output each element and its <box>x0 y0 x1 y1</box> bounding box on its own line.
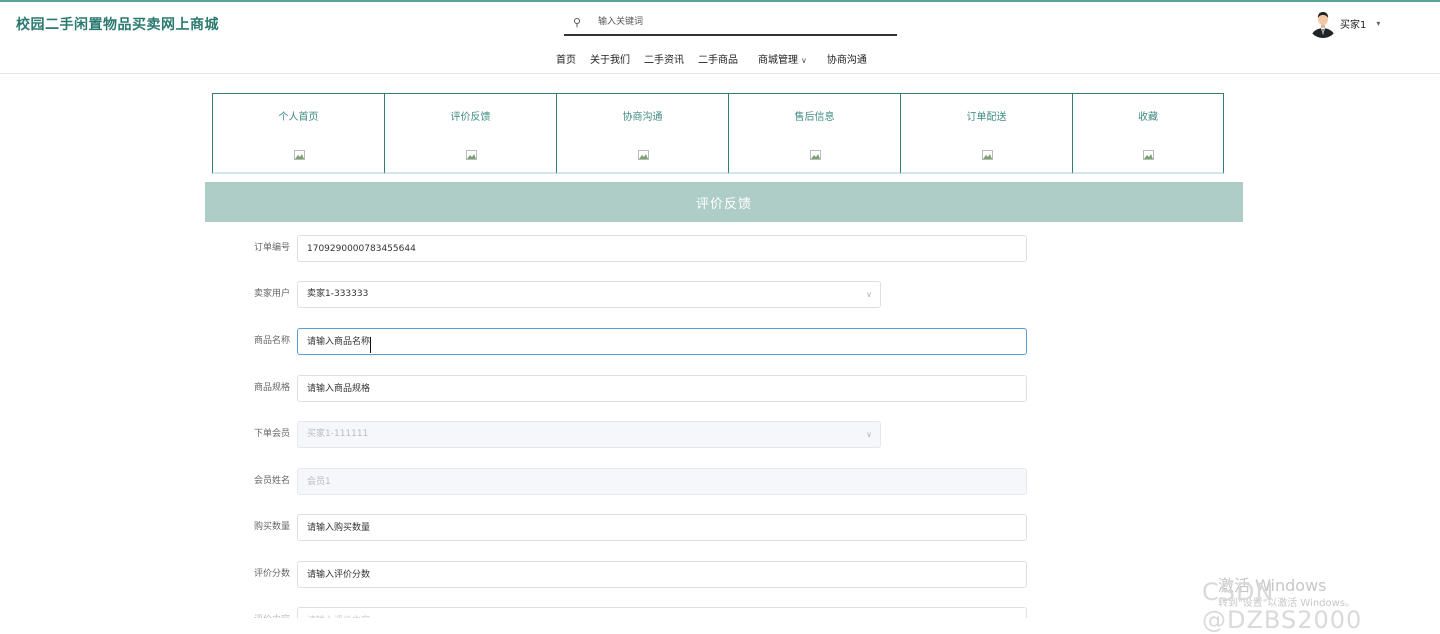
form-row-product-spec: 商品规格 <box>205 375 1035 402</box>
chevron-down-icon: ∨ <box>801 56 807 65</box>
member-selected-value: 买家1-111111 <box>307 429 369 439</box>
tab-personal-home[interactable]: 个人首页 <box>212 93 385 174</box>
broken-image-icon <box>1143 150 1154 160</box>
tab-negotiation[interactable]: 协商沟通 <box>556 93 729 174</box>
member-select[interactable]: 买家1-111111 ∨ <box>297 421 881 448</box>
broken-image-icon <box>637 150 649 160</box>
avatar-image <box>1308 8 1338 38</box>
nav-negotiation[interactable]: 协商沟通 <box>827 51 867 66</box>
nav-mall-manage[interactable]: 商城管理 ∨ <box>758 51 807 66</box>
text-cursor <box>370 337 371 353</box>
tab-label: 收藏 <box>1138 112 1158 123</box>
seller-label: 卖家用户 <box>253 289 290 299</box>
chevron-down-icon: ∨ <box>866 290 872 299</box>
broken-image-icon <box>809 150 821 160</box>
product-spec-field[interactable] <box>297 375 1027 402</box>
nav-mall-manage-label: 商城管理 <box>758 55 798 66</box>
section-header: 评价反馈 <box>205 182 1243 222</box>
main-nav: 首页 关于我们 二手资讯 二手商品 商城管理 ∨ 协商沟通 <box>556 51 881 66</box>
search-icon[interactable]: ⚲ <box>564 16 590 29</box>
form-row-member: 下单会员 买家1-111111 ∨ <box>205 421 1035 448</box>
form-row-quantity: 购买数量 <box>205 514 1035 541</box>
seller-select[interactable]: 卖家1-333333 ∨ <box>297 281 881 308</box>
nav-about[interactable]: 关于我们 <box>590 51 630 66</box>
tab-label: 协商沟通 <box>622 112 663 123</box>
member-name-field[interactable] <box>297 468 1027 495</box>
nav-products[interactable]: 二手商品 <box>698 51 738 66</box>
seller-selected-value: 卖家1-333333 <box>307 289 369 299</box>
caret-down-icon[interactable]: ▾ <box>1376 19 1380 28</box>
tab-after-sales[interactable]: 售后信息 <box>728 93 901 174</box>
form-row-seller: 卖家用户 卖家1-333333 ∨ <box>205 281 1035 308</box>
tab-delivery[interactable]: 订单配送 <box>900 93 1073 174</box>
order-no-field[interactable] <box>297 235 1027 262</box>
form-row-score: 评价分数 <box>205 561 1035 588</box>
tab-label: 售后信息 <box>794 112 835 123</box>
nav-home[interactable]: 首页 <box>556 51 576 66</box>
nav-news[interactable]: 二手资讯 <box>644 51 684 66</box>
tab-feedback[interactable]: 评价反馈 <box>384 93 557 174</box>
broken-image-icon <box>981 150 993 160</box>
product-name-label: 商品名称 <box>253 336 290 346</box>
content-label: 评价内容 <box>205 607 290 618</box>
section-title: 评价反馈 <box>695 196 752 212</box>
search-input[interactable] <box>596 16 886 28</box>
avatar[interactable] <box>1308 8 1338 38</box>
site-title[interactable]: 校园二手闲置物品买卖网上商城 <box>16 14 219 34</box>
form-row-product-name: 商品名称 <box>205 328 1035 355</box>
score-label: 评价分数 <box>253 569 290 579</box>
product-spec-label: 商品规格 <box>253 383 290 393</box>
form-row-order-no: 订单编号 <box>205 235 1035 262</box>
form-row-content: 评价内容 <box>205 607 1035 618</box>
tab-label: 评价反馈 <box>450 112 491 123</box>
center-tabs: 个人首页 评价反馈 协商沟通 售后信息 订单配送 收藏 <box>212 93 1224 174</box>
content-field[interactable] <box>297 607 1027 618</box>
order-no-label: 订单编号 <box>253 243 290 253</box>
search-bar: ⚲ <box>564 10 897 36</box>
member-label: 下单会员 <box>253 429 290 439</box>
broken-image-icon <box>293 150 305 160</box>
product-name-field[interactable] <box>297 328 1027 355</box>
tab-label: 个人首页 <box>278 112 319 123</box>
header: 校园二手闲置物品买卖网上商城 ⚲ 首页 关于我们 二手资讯 二手商品 商城管理∨… <box>0 2 1440 74</box>
quantity-field[interactable] <box>297 514 1027 541</box>
tab-label: 订单配送 <box>966 112 1007 123</box>
user-name[interactable]: 买家1 <box>1340 16 1366 31</box>
quantity-label: 购买数量 <box>253 522 290 532</box>
tab-favorites[interactable]: 收藏 <box>1072 93 1224 174</box>
csdn-watermark: CSDN @DZBS2000 <box>1202 578 1363 634</box>
form-row-member-name: 会员姓名 <box>205 468 1035 495</box>
user-menu[interactable]: 买家1 ▾ <box>1308 6 1380 40</box>
member-name-label: 会员姓名 <box>253 476 290 486</box>
broken-image-icon <box>465 150 477 160</box>
score-field[interactable] <box>297 561 1027 588</box>
chevron-down-icon: ∨ <box>866 430 872 439</box>
